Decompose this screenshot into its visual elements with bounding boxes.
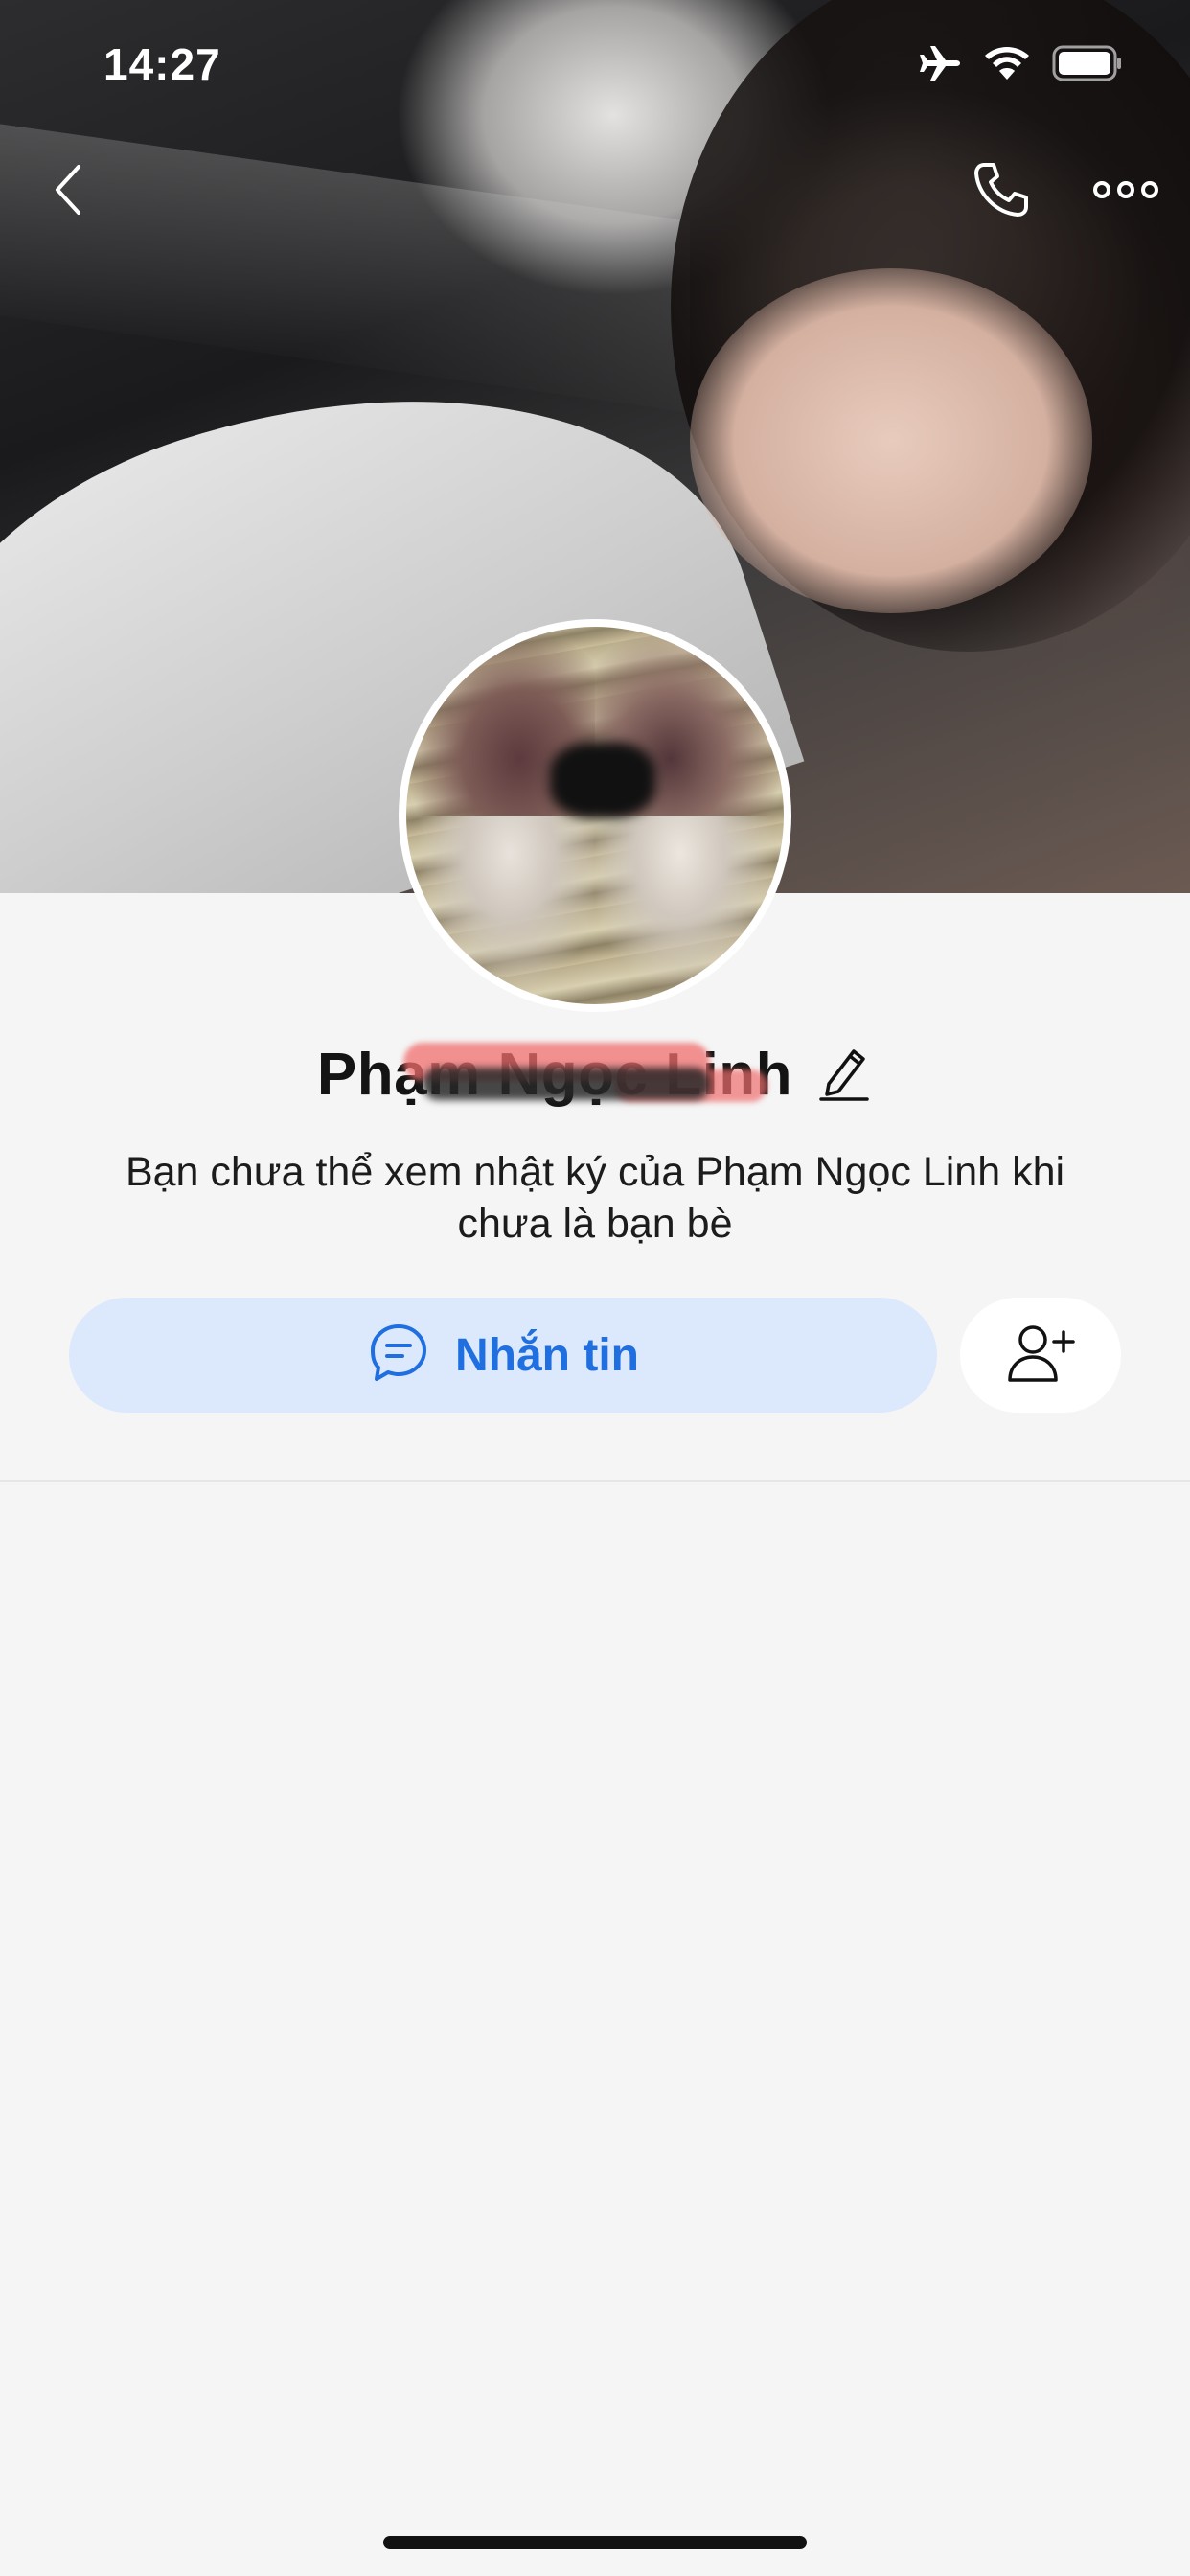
back-button[interactable] (29, 153, 105, 230)
avatar[interactable] (399, 619, 791, 1012)
more-horizontal-icon (1092, 178, 1159, 206)
status-time: 14:27 (103, 39, 221, 89)
chevron-left-icon (48, 161, 86, 223)
status-icons (918, 44, 1123, 87)
chat-bubble-icon (367, 1322, 430, 1390)
avatar-image (406, 627, 784, 1004)
phone-icon (971, 159, 1032, 225)
profile-name-container: Phạm Ngọc Linh (317, 1041, 792, 1109)
pencil-icon (817, 1044, 871, 1106)
more-button[interactable] (1083, 153, 1169, 230)
call-button[interactable] (958, 153, 1044, 230)
add-friend-button[interactable] (960, 1298, 1121, 1413)
profile-screen: 14:27 Phạm Ngọc Linh Bạn chưa thể xem nh… (0, 0, 1190, 2576)
name-row: Phạm Ngọc Linh (0, 1031, 1190, 1117)
message-button[interactable]: Nhắn tin (69, 1298, 937, 1413)
airplane-mode-icon (918, 44, 962, 87)
profile-name: Phạm Ngọc Linh (316, 1041, 793, 1108)
add-friend-icon (1006, 1322, 1075, 1389)
wifi-icon (983, 45, 1031, 86)
message-button-label: Nhắn tin (455, 1329, 639, 1381)
avatar-tile (406, 816, 595, 1004)
avatar-redaction (550, 742, 655, 818)
edit-name-button[interactable] (815, 1046, 873, 1103)
battery-icon (1052, 45, 1123, 86)
section-divider (0, 1480, 1190, 1482)
cover-photo-hand-detail (690, 268, 1092, 613)
diary-locked-note: Bạn chưa thể xem nhật ký của Phạm Ngọc L… (125, 1149, 1065, 1247)
status-bar: 14:27 (0, 0, 1190, 126)
top-nav (0, 144, 1190, 240)
avatar-tile (595, 816, 784, 1004)
home-indicator[interactable] (383, 2536, 807, 2549)
